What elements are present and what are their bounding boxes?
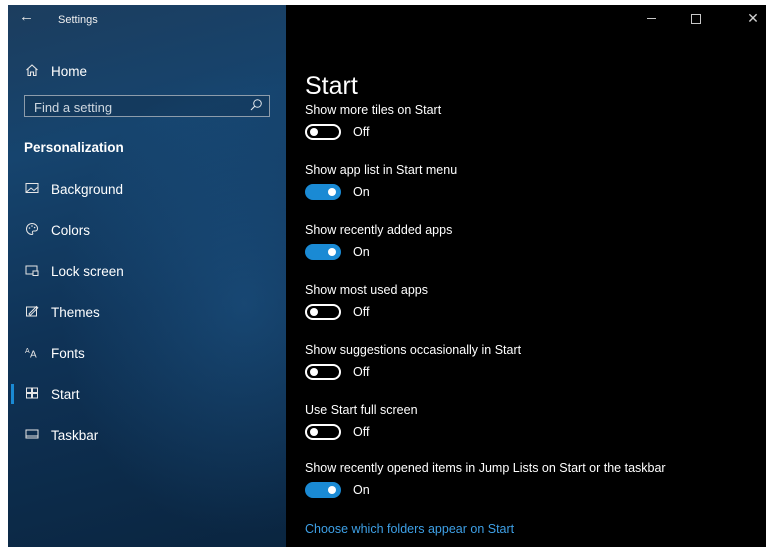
start-icon (24, 386, 40, 402)
sidebar-item-themes[interactable]: Themes (8, 291, 286, 332)
sidebar-item-label: Themes (51, 305, 100, 320)
sidebar-item-background[interactable]: Background (8, 168, 286, 209)
most-used-toggle[interactable] (305, 304, 341, 320)
toggle-row: On (305, 184, 457, 204)
maximize-icon (691, 13, 701, 24)
themes-icon (24, 304, 40, 320)
search-box[interactable] (24, 95, 270, 118)
back-arrow-icon[interactable]: ← (19, 8, 34, 26)
search-icon[interactable] (249, 98, 263, 112)
toggle-row: Off (305, 124, 441, 144)
sidebar-item-label: Background (51, 182, 124, 197)
section-title: Personalization (24, 140, 124, 155)
app-list-toggle[interactable] (305, 184, 341, 200)
fonts-icon: AA (24, 345, 40, 361)
setting-label: Show more tiles on Start (305, 103, 442, 117)
sidebar-item-lock-screen[interactable]: Lock screen (8, 250, 286, 291)
more-tiles-toggle[interactable] (305, 124, 341, 140)
close-button[interactable]: ✕ (743, 9, 763, 27)
toggle-state: On (353, 483, 370, 497)
setting-recently-added: Show recently added apps On (305, 223, 452, 264)
toggle-knob (310, 428, 318, 436)
sidebar-item-label: Taskbar (51, 428, 99, 443)
toggle-knob (328, 486, 336, 494)
toggle-knob (328, 248, 336, 256)
home-icon (24, 63, 40, 79)
full-screen-toggle[interactable] (305, 424, 341, 440)
window-controls: ✕ (626, 5, 766, 35)
toggle-state: Off (353, 365, 370, 379)
setting-label: Show most used apps (305, 283, 428, 297)
sidebar-item-label: Fonts (51, 346, 85, 361)
setting-app-list: Show app list in Start menu On (305, 163, 457, 204)
toggle-knob (310, 368, 318, 376)
setting-label: Show app list in Start menu (305, 163, 458, 177)
setting-full-screen: Use Start full screen Off (305, 403, 418, 444)
setting-label: Show recently opened items in Jump Lists… (305, 461, 666, 475)
palette-icon (24, 222, 40, 238)
title-bar: ← Settings (8, 5, 286, 35)
search-input[interactable] (25, 96, 246, 118)
toggle-row: On (305, 482, 666, 502)
page-title: Start (305, 71, 358, 100)
toggle-row: Off (305, 304, 428, 324)
choose-folders-link[interactable]: Choose which folders appear on Start (305, 522, 514, 536)
toggle-knob (310, 308, 318, 316)
toggle-state: Off (353, 425, 370, 439)
toggle-knob (328, 188, 336, 196)
sidebar-item-taskbar[interactable]: Taskbar (8, 414, 286, 455)
toggle-knob (310, 128, 318, 136)
sidebar-item-label: Colors (51, 223, 91, 238)
setting-label: Use Start full screen (305, 403, 418, 417)
window-title: Settings (58, 14, 98, 26)
maximize-button[interactable] (686, 9, 706, 27)
settings-window: ← Settings Home Personalization Backgrou… (8, 5, 766, 547)
close-icon: ✕ (747, 10, 759, 26)
svg-text:A: A (30, 350, 37, 360)
setting-label: Show recently added apps (305, 223, 453, 237)
main-pane: ✕ Start Show more tiles on Start Off Sho… (286, 5, 766, 547)
minimize-icon (646, 18, 656, 20)
setting-most-used: Show most used apps Off (305, 283, 428, 324)
minimize-button[interactable] (641, 9, 661, 27)
sidebar-item-colors[interactable]: Colors (8, 209, 286, 250)
toggle-row: On (305, 244, 452, 264)
toggle-state: Off (353, 305, 370, 319)
home-label: Home (51, 64, 88, 79)
setting-label: Show suggestions occasionally in Start (305, 343, 522, 357)
suggestions-toggle[interactable] (305, 364, 341, 380)
toggle-state: On (353, 185, 370, 199)
sidebar-item-fonts[interactable]: AA Fonts (8, 332, 286, 373)
jump-lists-toggle[interactable] (305, 482, 341, 498)
recently-added-toggle[interactable] (305, 244, 341, 260)
setting-more-tiles: Show more tiles on Start Off (305, 103, 441, 144)
setting-jump-lists: Show recently opened items in Jump Lists… (305, 461, 666, 502)
picture-icon (24, 181, 40, 197)
sidebar-item-start[interactable]: Start (8, 373, 286, 414)
toggle-row: Off (305, 364, 521, 384)
sidebar: ← Settings Home Personalization Backgrou… (8, 5, 286, 547)
toggle-state: Off (353, 125, 370, 139)
sidebar-item-label: Lock screen (51, 264, 124, 279)
taskbar-icon (24, 427, 40, 443)
lock-screen-icon (24, 263, 40, 279)
sidebar-item-label: Start (51, 387, 80, 402)
toggle-row: Off (305, 424, 418, 444)
sidebar-item-home[interactable]: Home (8, 57, 286, 87)
sidebar-nav: Background Colors Lock screen Themes A A… (8, 168, 286, 455)
toggle-state: On (353, 245, 370, 259)
setting-suggestions: Show suggestions occasionally in Start O… (305, 343, 521, 384)
